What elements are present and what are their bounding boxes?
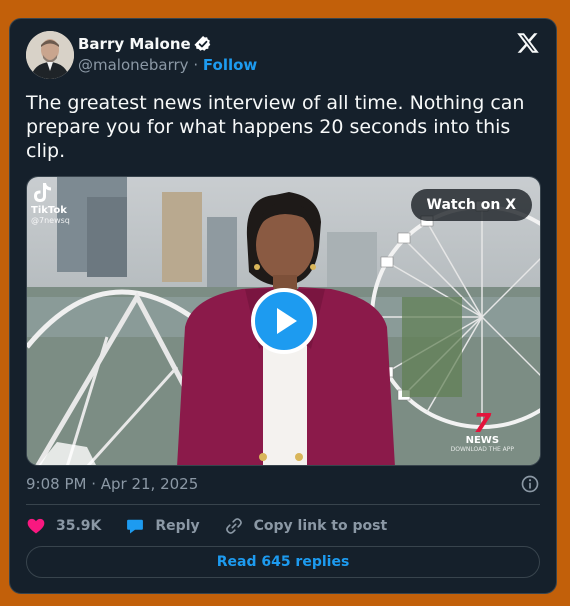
channel-name: NEWS [465, 435, 500, 446]
copy-link-label: Copy link to post [253, 518, 388, 534]
reply-bubble-icon [127, 519, 144, 534]
watch-on-x-button[interactable]: Watch on X [410, 189, 532, 221]
video-player[interactable]: TikTok @7newsq Watch on X 7 NEWS DOWNLOA… [26, 176, 541, 466]
tiktok-label: TikTok [31, 205, 67, 216]
x-logo-icon[interactable] [516, 31, 540, 55]
verified-badge-icon [194, 36, 210, 51]
avatar[interactable] [26, 31, 74, 79]
post-timestamp[interactable]: 9:08 PM · Apr 21, 2025 [26, 475, 198, 493]
channel-watermark: 7 NEWS DOWNLOAD THE APP [450, 409, 514, 453]
heart-icon [27, 518, 45, 534]
author-name-row: Barry Malone [78, 35, 212, 53]
channel-sub: DOWNLOAD THE APP [450, 446, 514, 453]
read-replies-button[interactable]: Read 645 replies [26, 546, 540, 578]
like-count: 35.9K [56, 518, 102, 534]
tiktok-logo-icon [34, 183, 51, 202]
play-icon [277, 308, 297, 334]
tiktok-handle: @7newsq [31, 216, 70, 225]
reply-button[interactable]: Reply [125, 516, 200, 536]
copy-link-button[interactable]: Copy link to post [224, 516, 388, 536]
tweet-text: The greatest news interview of all time.… [26, 92, 525, 162]
tweet-card: Barry Malone @malonebarry · Follow The g… [9, 18, 557, 594]
follow-button[interactable]: Follow [203, 56, 257, 74]
separator: · [193, 56, 199, 74]
like-button[interactable]: 35.9K [26, 516, 101, 536]
play-button[interactable] [251, 288, 317, 354]
action-bar: 35.9K Reply Copy link to post [26, 516, 411, 536]
author-handle[interactable]: @malonebarry [78, 56, 189, 74]
info-icon[interactable] [520, 474, 540, 494]
reply-label: Reply [155, 518, 200, 534]
link-icon [225, 518, 242, 534]
handle-row: @malonebarry · Follow [78, 56, 257, 74]
tiktok-watermark: TikTok @7newsq [31, 181, 81, 225]
author-name[interactable]: Barry Malone [78, 35, 191, 53]
divider [26, 504, 540, 505]
channel-number: 7 [473, 409, 492, 439]
